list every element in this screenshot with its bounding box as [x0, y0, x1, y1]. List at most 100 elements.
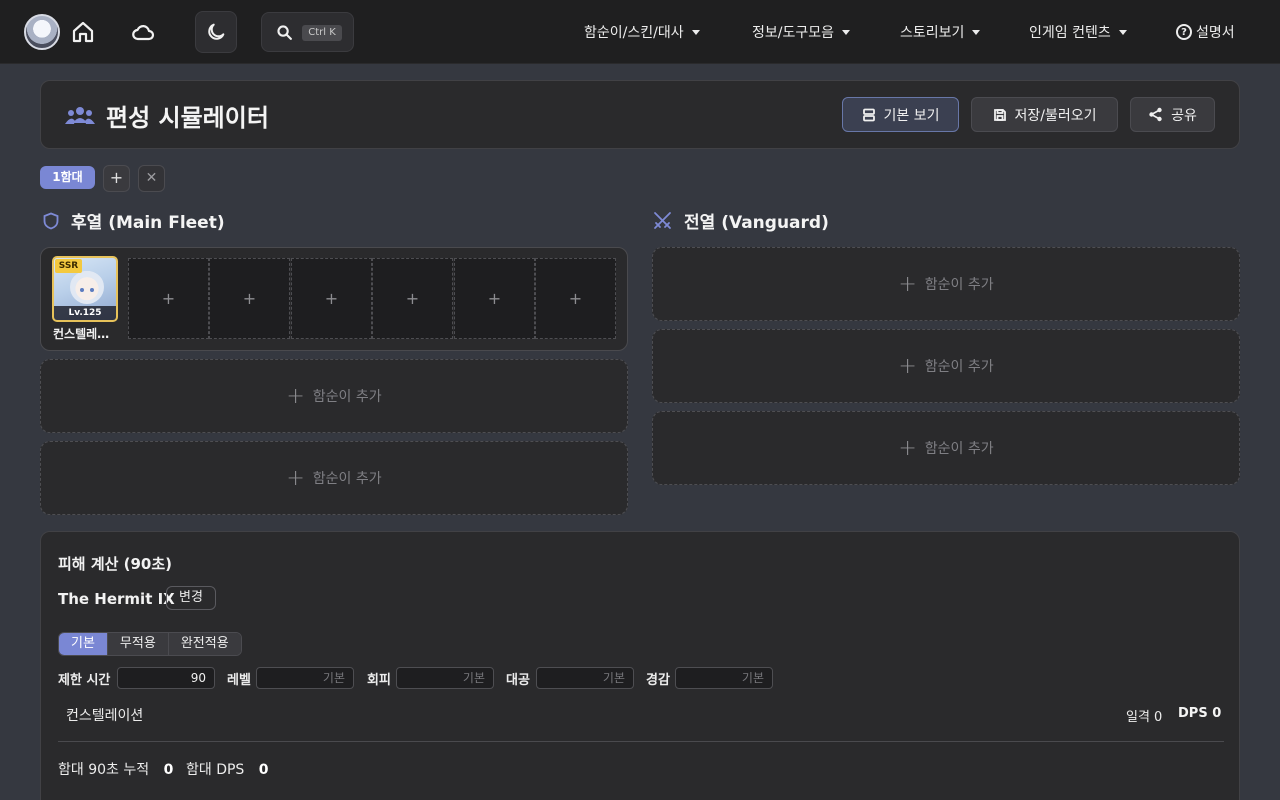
- cloud-icon[interactable]: [131, 20, 155, 44]
- main-fleet-add-ship-row[interactable]: + 함순이 추가: [40, 441, 628, 515]
- empty-ship-slot[interactable]: +: [291, 258, 372, 339]
- add-ship-label: 함순이 추가: [924, 359, 994, 375]
- change-enemy-button[interactable]: 변경: [166, 586, 216, 610]
- plus-icon: +: [898, 435, 917, 461]
- search-shortcut-badge: Ctrl K: [302, 25, 342, 41]
- help-icon: ?: [1176, 24, 1192, 40]
- page-title: 편성 시뮬레이터: [106, 104, 269, 132]
- level-input[interactable]: 기본: [256, 667, 354, 689]
- empty-ship-slot[interactable]: +: [454, 258, 535, 339]
- fleet-dps-label: 함대 DPS: [186, 762, 245, 778]
- menu-ships-label: 함순이/스킨/대사: [584, 25, 684, 41]
- empty-ship-slot[interactable]: +: [128, 258, 209, 339]
- main-fleet-row-1: SSR Lv.125 컨스텔레이션 + + + + + +: [40, 247, 628, 351]
- fleet-group-icon: [65, 107, 95, 124]
- time-limit-input[interactable]: 90: [117, 667, 215, 689]
- menu-story[interactable]: 스토리보기: [900, 22, 981, 42]
- ship-portrait[interactable]: SSR Lv.125: [52, 256, 118, 322]
- divider: [58, 741, 1224, 742]
- vanguard-title: 전열 (Vanguard): [684, 213, 829, 233]
- cumulative-label: 함대 90초 누적: [58, 762, 150, 778]
- anti-air-label: 대공: [506, 673, 530, 688]
- main-fleet-add-ship-row[interactable]: + 함순이 추가: [40, 359, 628, 433]
- time-limit-label: 제한 시간: [58, 673, 111, 688]
- layout-icon: [862, 108, 875, 121]
- menu-ingame-content[interactable]: 인게임 컨텐츠: [1029, 22, 1127, 42]
- top-nav: Ctrl K 함순이/스킨/대사 정보/도구모음 스토리보기 인게임 컨텐츠 ?…: [0, 0, 1280, 64]
- chevron-down-icon: [842, 29, 850, 35]
- fleet-dps-value: 0: [258, 762, 269, 778]
- level-badge: Lv.125: [54, 306, 116, 320]
- save-load-label: 저장/불러오기: [1014, 107, 1097, 124]
- default-view-label: 기본 보기: [883, 107, 940, 124]
- add-fleet-button[interactable]: +: [103, 165, 130, 192]
- add-ship-label: 함순이 추가: [312, 389, 382, 405]
- mode-tab-none[interactable]: 무적용: [107, 633, 169, 655]
- menu-ingame-label: 인게임 컨텐츠: [1029, 25, 1111, 41]
- plus-icon: +: [898, 271, 917, 297]
- site-logo[interactable]: [24, 14, 60, 50]
- theme-toggle-button[interactable]: [195, 11, 237, 53]
- cumulative-value: 0: [163, 762, 174, 778]
- damage-title: 피해 계산 (90초): [58, 555, 173, 573]
- vanguard-add-ship-row[interactable]: + 함순이 추가: [652, 329, 1240, 403]
- fleet-dps-total: 함대 DPS 0: [186, 759, 269, 779]
- crossed-swords-icon: [654, 212, 671, 229]
- add-ship-label: 함순이 추가: [924, 441, 994, 457]
- rarity-badge: SSR: [55, 259, 82, 273]
- fleet-cumulative-total: 함대 90초 누적 0: [58, 759, 173, 779]
- save-icon: [993, 108, 1006, 121]
- damage-row-dps: DPS 0: [1178, 706, 1222, 721]
- menu-help-label: 설명서: [1196, 25, 1235, 41]
- enemy-name: The Hermit IX: [58, 590, 175, 608]
- mode-tab-full[interactable]: 완전적용: [168, 633, 241, 655]
- vanguard-add-ship-row[interactable]: + 함순이 추가: [652, 247, 1240, 321]
- home-icon[interactable]: [71, 20, 95, 44]
- share-icon: [1149, 107, 1162, 122]
- save-load-button[interactable]: 저장/불러오기: [971, 97, 1118, 132]
- menu-info-label: 정보/도구모음: [752, 25, 834, 41]
- search-icon: [277, 25, 292, 40]
- ship-name: 컨스텔레이션: [53, 327, 119, 341]
- anti-air-input[interactable]: 기본: [536, 667, 634, 689]
- ship-eye: [80, 288, 84, 292]
- add-ship-label: 함순이 추가: [924, 277, 994, 293]
- main-fleet-title: 후열 (Main Fleet): [71, 213, 225, 233]
- empty-ship-slot[interactable]: +: [372, 258, 453, 339]
- armor-reduction-label: 경감: [646, 673, 670, 688]
- armor-reduction-input[interactable]: 기본: [675, 667, 773, 689]
- mode-tab-basic[interactable]: 기본: [59, 633, 108, 655]
- default-view-button[interactable]: 기본 보기: [842, 97, 959, 132]
- menu-help[interactable]: ? 설명서: [1176, 22, 1235, 42]
- evasion-input[interactable]: 기본: [396, 667, 494, 689]
- chevron-down-icon: [1118, 29, 1127, 35]
- plus-icon: +: [898, 353, 917, 379]
- fleet-tab-1[interactable]: 1함대: [40, 166, 95, 189]
- share-label: 공유: [1171, 107, 1197, 124]
- vanguard-heading: 전열 (Vanguard): [653, 208, 829, 233]
- empty-ship-slot[interactable]: +: [535, 258, 616, 339]
- remove-fleet-button[interactable]: ✕: [138, 165, 165, 192]
- empty-ship-slot[interactable]: +: [209, 258, 290, 339]
- plus-icon: +: [286, 465, 305, 491]
- evasion-label: 회피: [367, 673, 391, 688]
- level-label: 레벨: [227, 673, 251, 688]
- ship-avatar: [70, 270, 104, 304]
- search-button[interactable]: Ctrl K: [261, 12, 354, 52]
- ship-eye: [90, 288, 94, 292]
- menu-info-tools[interactable]: 정보/도구모음: [752, 22, 850, 42]
- vanguard-add-ship-row[interactable]: + 함순이 추가: [652, 411, 1240, 485]
- damage-row-hits: 일격 0: [1126, 710, 1163, 725]
- share-button[interactable]: 공유: [1130, 97, 1215, 132]
- chevron-down-icon: [691, 29, 700, 35]
- damage-calculator-panel: 피해 계산 (90초) The Hermit IX 변경 기본 무적용 완전적용…: [40, 531, 1240, 800]
- menu-story-label: 스토리보기: [900, 25, 965, 41]
- mode-segmented-control: 기본 무적용 완전적용: [58, 632, 242, 656]
- damage-row-ship-name: 컨스텔레이션: [66, 708, 144, 724]
- main-fleet-heading: 후열 (Main Fleet): [43, 208, 225, 233]
- moon-icon: [208, 23, 225, 40]
- menu-ships[interactable]: 함순이/스킨/대사: [584, 22, 700, 42]
- shield-icon: [43, 212, 59, 229]
- plus-icon: +: [286, 383, 305, 409]
- add-ship-label: 함순이 추가: [312, 471, 382, 487]
